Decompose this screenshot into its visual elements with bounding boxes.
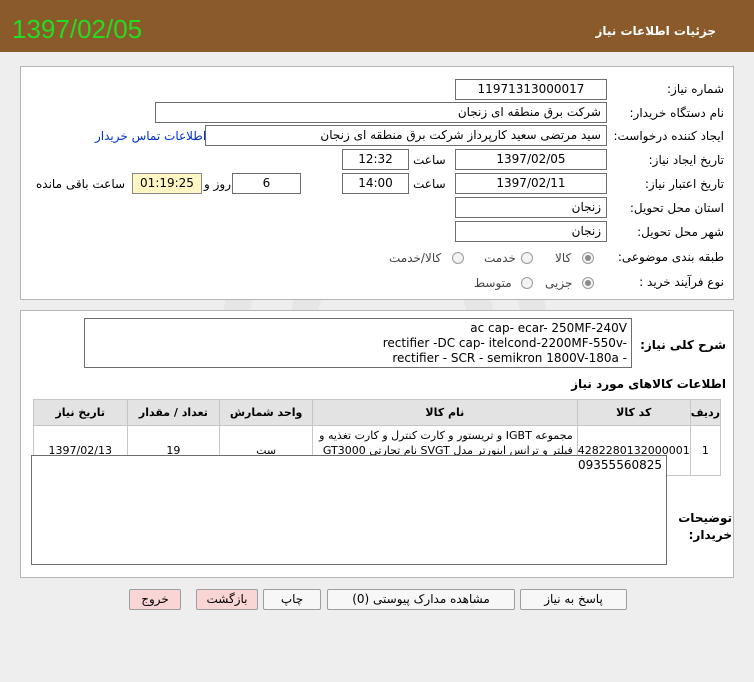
category-option-goods: کالا: [555, 251, 572, 265]
validity-time-field: 14:00: [342, 173, 409, 194]
items-section-title: اطلاعات کالاهای مورد نیاز: [571, 377, 726, 391]
category-radio-goods-service[interactable]: [452, 252, 464, 264]
process-label: نوع فرآیند خرید :: [639, 275, 724, 289]
process-option-minor: جزیی: [545, 276, 573, 290]
category-option-goods-service: کالا/خدمت: [389, 251, 442, 265]
category-option-service: خدمت: [484, 251, 516, 265]
remaining-time-label: ساعت باقی مانده: [36, 177, 126, 191]
col-need-date: تاریخ نیاز: [33, 399, 128, 426]
process-option-medium: متوسط: [474, 276, 512, 290]
header-date: 1397/02/05: [12, 14, 143, 44]
days-field: 6: [232, 173, 301, 194]
requester-label: ایجاد کننده درخواست:: [613, 129, 724, 143]
province-label: استان محل تحویل:: [629, 201, 724, 215]
need-number-field: 11971313000017: [455, 79, 607, 100]
col-item-code: کد کالا: [576, 399, 691, 426]
col-quantity: تعداد / مقدار: [126, 399, 221, 426]
buyer-notes-text: 09355560825: [578, 458, 662, 472]
process-radio-minor[interactable]: [582, 277, 594, 289]
requester-field: سید مرتضی سعید کارپرداز شرکت برق منطقه ا…: [205, 125, 607, 146]
validity-date-label: تاریخ اعتبار نیاز:: [644, 177, 724, 191]
col-unit: واحد شمارش: [219, 399, 313, 426]
validity-time-label: ساعت: [413, 177, 446, 191]
col-row-index: ردیف: [689, 399, 722, 426]
print-button[interactable]: چاپ: [263, 589, 321, 610]
city-field: زنجان: [455, 221, 607, 242]
view-attachments-button[interactable]: مشاهده مدارک پیوستی (0): [327, 589, 515, 610]
created-time-label: ساعت: [413, 153, 446, 167]
buyer-org-field: شرکت برق منطقه ای زنجان: [155, 102, 607, 123]
summary-line: rectifier - SCR - semikron 1800V-180a -: [392, 351, 627, 365]
reply-button[interactable]: پاسخ به نیاز: [520, 589, 627, 610]
summary-line: ac cap- ecar- 250MF-240V: [470, 321, 627, 335]
back-button[interactable]: بازگشت: [196, 589, 258, 610]
created-date-label: تاریخ ایجاد نیاز:: [648, 153, 724, 167]
buyer-notes-textarea[interactable]: 09355560825: [31, 455, 667, 565]
summary-label: شرح کلی نیاز:: [640, 338, 726, 352]
category-label: طبقه بندی موضوعی:: [617, 250, 724, 264]
process-radio-medium[interactable]: [521, 277, 533, 289]
category-radio-goods[interactable]: [582, 252, 594, 264]
days-label: روز و: [204, 177, 231, 191]
created-time-field: 12:32: [342, 149, 409, 170]
category-radio-service[interactable]: [521, 252, 533, 264]
col-item-name: نام کالا: [311, 399, 578, 426]
city-label: شهر محل تحویل:: [637, 225, 724, 239]
exit-button[interactable]: خروج: [129, 589, 181, 610]
buyer-org-label: نام دستگاه خریدار:: [629, 106, 725, 120]
summary-line: rectifier -DC cap- itelcond-2200MF-550v-: [382, 336, 627, 350]
summary-textarea[interactable]: ac cap- ecar- 250MF-240V rectifier -DC c…: [84, 318, 632, 368]
buyer-contact-link[interactable]: اطلاعات تماس خریدار: [95, 129, 206, 143]
validity-date-field: 1397/02/11: [455, 173, 607, 194]
items-table-header: ردیف کد کالا نام کالا واحد شمارش تعداد /…: [33, 399, 722, 426]
buyer-notes-label: توضیحات خریدار:: [678, 511, 732, 542]
remaining-time-field: 01:19:25: [132, 173, 202, 194]
created-date-field: 1397/02/05: [455, 149, 607, 170]
row-index: 1: [689, 425, 722, 476]
page-title: جزئیات اطلاعات نیاز: [595, 24, 716, 38]
province-field: زنجان: [455, 197, 607, 218]
need-number-label: شماره نیاز:: [667, 82, 724, 96]
